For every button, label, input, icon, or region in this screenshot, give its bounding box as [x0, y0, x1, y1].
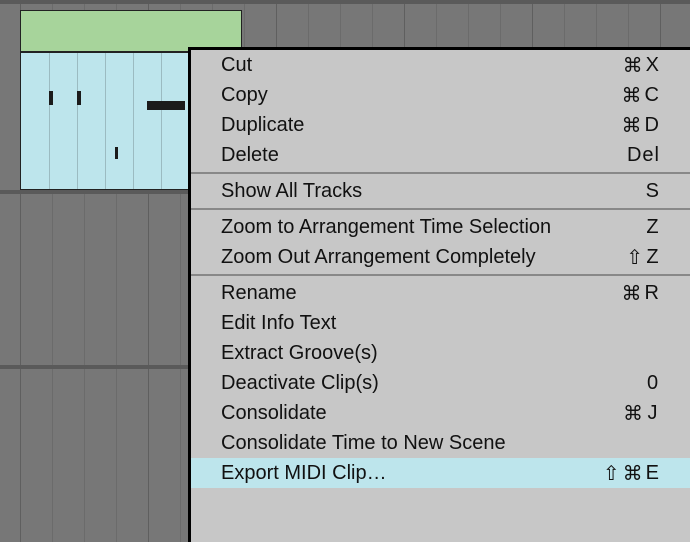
menu-item-label: Zoom Out Arrangement Completely [221, 246, 536, 269]
midi-note[interactable] [49, 91, 53, 105]
menu-item-label: Delete [221, 144, 279, 167]
menu-item-label: Consolidate Time to New Scene [221, 432, 506, 455]
menu-item-duplicate[interactable]: Duplicate ⌘D [191, 110, 690, 140]
arrangement-view[interactable]: ▾ ▾ Cut⌘XCopy⌘CDuplicate⌘DDeleteDelShow … [0, 0, 690, 542]
midi-note[interactable] [147, 101, 185, 110]
menu-item-shortcut: Del [627, 144, 660, 167]
menu-item-shortcut: ⌘X [623, 53, 660, 78]
menu-separator [191, 172, 690, 174]
menu-item-consolidate-scene[interactable]: Consolidate Time to New Scene [191, 428, 690, 458]
menu-item-shortcut: ⌘R [622, 281, 660, 306]
menu-item-label: Rename [221, 282, 297, 305]
clip-gridline [105, 53, 106, 189]
menu-item-show-all-tracks[interactable]: Show All Tracks S [191, 176, 690, 206]
menu-item-zoom-out-full[interactable]: Zoom Out Arrangement Completely ⇧Z [191, 242, 690, 272]
clip-gridline [49, 53, 50, 189]
menu-item-shortcut: ⌘J [623, 401, 660, 426]
menu-separator [191, 274, 690, 276]
menu-item-shortcut: ⇧Z [626, 245, 660, 270]
menu-item-shortcut: S [646, 180, 660, 203]
menu-item-label: Cut [221, 54, 252, 77]
midi-clip-header[interactable] [20, 10, 242, 52]
midi-note[interactable] [115, 147, 118, 159]
menu-item-shortcut: Z [646, 216, 660, 239]
menu-item-delete[interactable]: Delete Del [191, 140, 690, 170]
menu-item-label: Deactivate Clip(s) [221, 372, 379, 395]
menu-item-label: Extract Groove(s) [221, 342, 378, 365]
menu-item-extract-groove[interactable]: Extract Groove(s) [191, 338, 690, 368]
menu-item-label: Show All Tracks [221, 180, 362, 203]
menu-item-copy[interactable]: Copy ⌘C [191, 80, 690, 110]
clip-context-menu: Cut ⌘X Copy ⌘C Duplicate ⌘D Delete Del Show All … [188, 47, 690, 542]
menu-item-rename[interactable]: Rename ⌘R [191, 278, 690, 308]
menu-item-edit-info-text[interactable]: Edit Info Text [191, 308, 690, 338]
clip-gridline [161, 53, 162, 189]
midi-note[interactable] [77, 91, 81, 105]
menu-item-label: Copy [221, 84, 268, 107]
menu-item-label: Edit Info Text [221, 312, 336, 335]
clip-gridline [133, 53, 134, 189]
menu-item-consolidate[interactable]: Consolidate ⌘J [191, 398, 690, 428]
track-separator [0, 0, 690, 4]
menu-item-label: Duplicate [221, 114, 304, 137]
menu-item-deactivate-clips[interactable]: Deactivate Clip(s) 0 [191, 368, 690, 398]
menu-item-shortcut: ⌘C [622, 83, 660, 108]
clip-gridline [77, 53, 78, 189]
menu-item-label: Consolidate [221, 402, 327, 425]
menu-item-shortcut: ⌘D [622, 113, 660, 138]
menu-item-label: Zoom to Arrangement Time Selection [221, 216, 551, 239]
menu-item-cut[interactable]: Cut ⌘X [191, 50, 690, 80]
menu-item-shortcut: ⇧⌘E [603, 461, 660, 486]
menu-item-label: Export MIDI Clip… [221, 462, 387, 485]
menu-item-export-midi[interactable]: Export MIDI Clip… ⇧⌘E [191, 458, 690, 488]
menu-item-zoom-to-selection[interactable]: Zoom to Arrangement Time Selection Z [191, 212, 690, 242]
menu-item-shortcut: 0 [646, 372, 660, 395]
menu-separator [191, 208, 690, 210]
